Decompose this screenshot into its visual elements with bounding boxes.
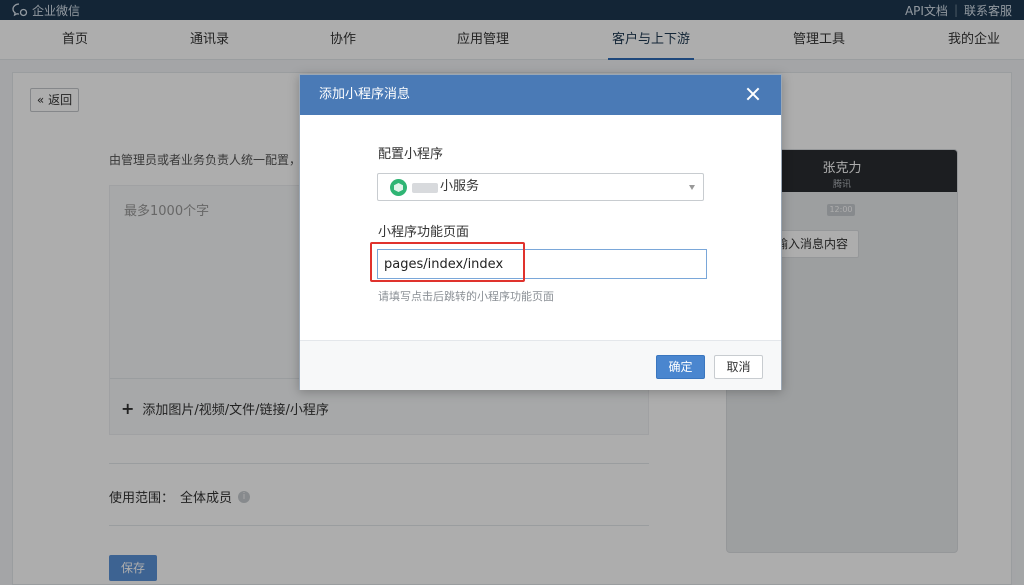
close-icon[interactable] — [743, 83, 765, 105]
dialog-title: 添加小程序消息 — [319, 87, 411, 102]
confirm-button[interactable]: 确定 — [656, 355, 705, 379]
add-miniprogram-dialog: 添加小程序消息 配置小程序 小服务 小程序功能页面 请填写点击后跳转的小程序功能… — [299, 74, 782, 390]
miniprogram-label: 配置小程序 — [378, 147, 444, 162]
cancel-button[interactable]: 取消 — [714, 355, 763, 379]
page-path-label: 小程序功能页面 — [378, 225, 470, 240]
caret-down-icon — [689, 185, 695, 190]
redacted-name — [412, 183, 438, 193]
miniprogram-selected: 小服务 — [440, 179, 480, 194]
dialog-header: 添加小程序消息 — [300, 75, 781, 115]
miniprogram-select[interactable]: 小服务 — [377, 173, 704, 201]
dialog-footer: 确定 取消 — [300, 340, 781, 390]
page-path-help: 请填写点击后跳转的小程序功能页面 — [378, 290, 554, 303]
miniprogram-icon — [390, 179, 407, 196]
page-path-input[interactable] — [377, 249, 707, 279]
